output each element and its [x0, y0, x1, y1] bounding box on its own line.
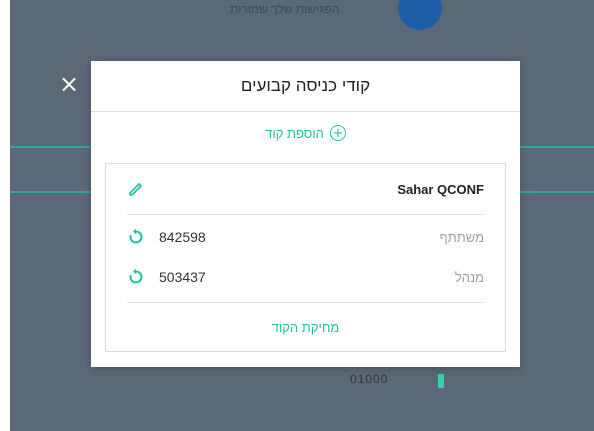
background-code: 01000	[350, 372, 389, 386]
background-divider	[10, 146, 90, 148]
background-title: הפגישות שלך שמורות	[230, 2, 340, 16]
moderator-code-row: 503437 מנהל	[127, 264, 484, 303]
add-code-button[interactable]: + הוספת קוד	[91, 125, 520, 141]
background-toggle	[428, 374, 454, 388]
dialog-header: קודי כניסה קבועים	[91, 61, 520, 112]
add-code-label: הוספת קוד	[265, 125, 324, 141]
delete-code-button[interactable]: מחיקת הקוד	[106, 320, 505, 335]
background-divider	[520, 146, 594, 148]
plus-circle-icon: +	[329, 125, 346, 141]
dialog-title: קודי כניסה קבועים	[240, 76, 371, 95]
refresh-icon[interactable]	[127, 228, 145, 246]
participant-label: משתתף	[439, 229, 484, 245]
moderator-code: 503437	[159, 269, 206, 285]
background-divider	[520, 191, 594, 193]
background-avatar	[398, 0, 442, 30]
permanent-codes-dialog: קודי כניסה קבועים + הוספת קוד Sahar QCON…	[91, 61, 520, 367]
conference-name: Sahar QCONF	[397, 181, 484, 197]
refresh-icon[interactable]	[127, 268, 145, 286]
pencil-icon[interactable]	[127, 180, 145, 198]
conference-name-row: Sahar QCONF	[127, 176, 484, 215]
conference-code-card: Sahar QCONF 842598 משתתף 503437 מנהל מחי…	[105, 163, 506, 352]
moderator-label: מנהל	[454, 269, 484, 285]
close-icon[interactable]: ×	[58, 72, 80, 96]
background-divider	[10, 191, 90, 193]
participant-code-row: 842598 משתתף	[127, 224, 484, 250]
participant-code: 842598	[159, 229, 206, 245]
